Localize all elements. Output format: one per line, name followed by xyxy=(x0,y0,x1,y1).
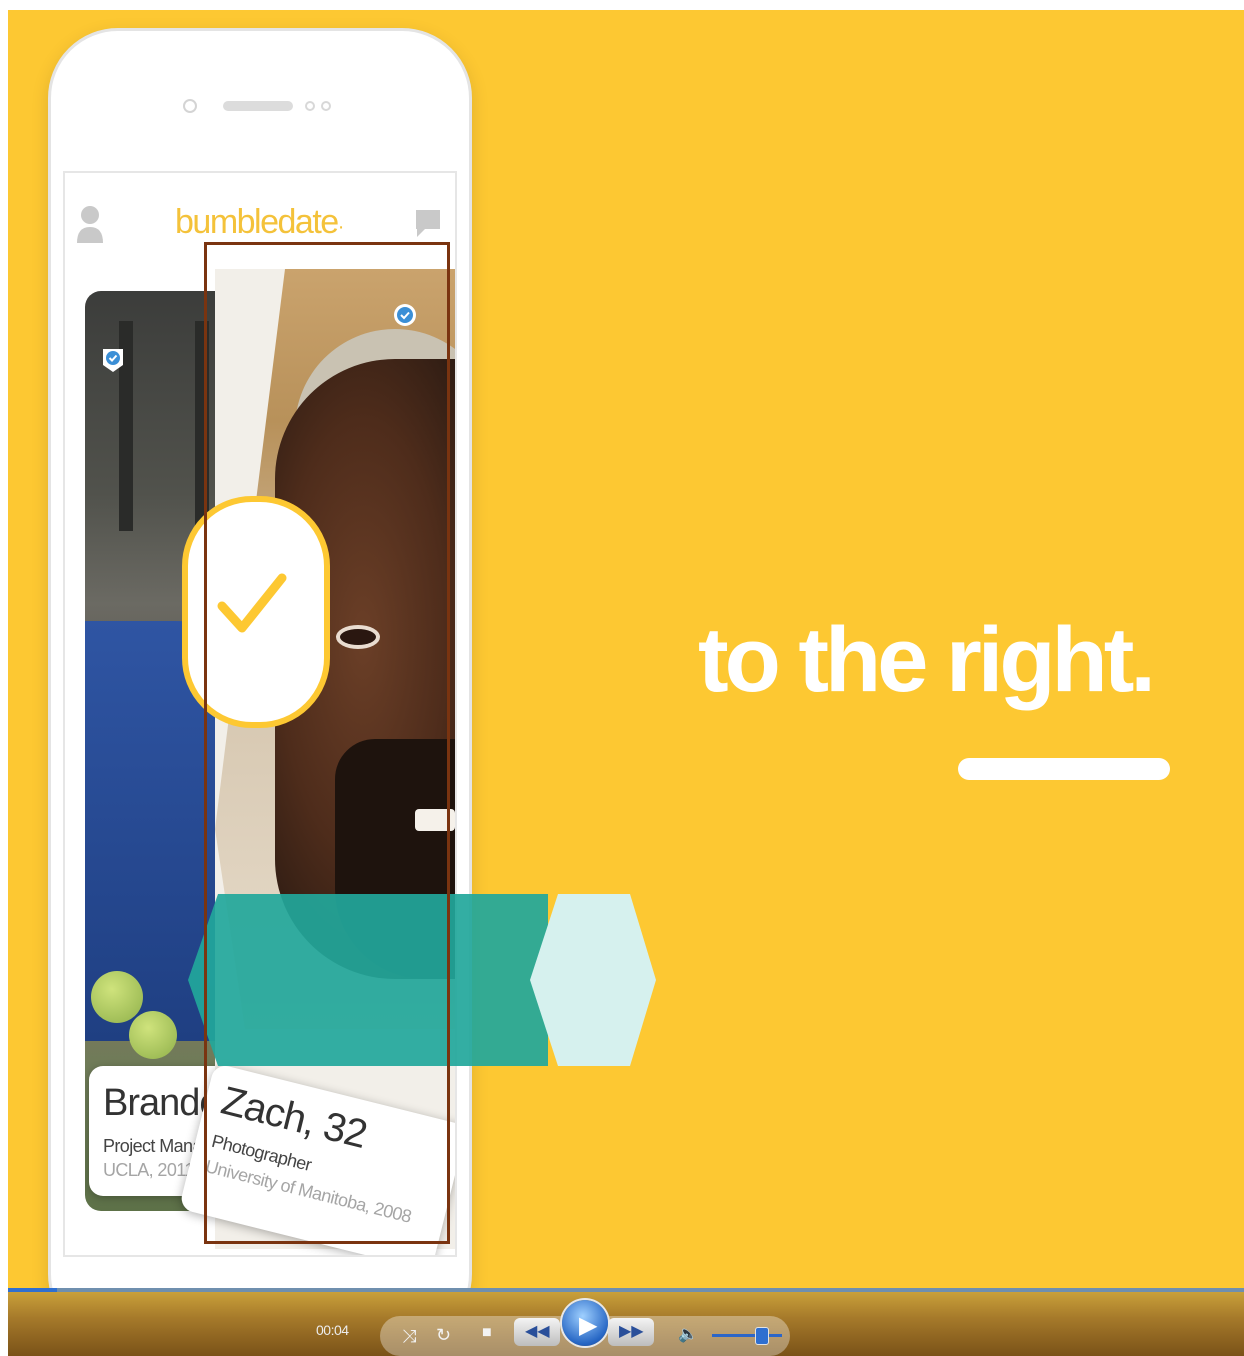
phone-sensor xyxy=(321,101,331,111)
phone-speaker xyxy=(223,101,293,111)
verified-badge-icon xyxy=(103,349,123,372)
highlight-box xyxy=(204,242,450,1244)
rewind-icon: ◀◀ xyxy=(525,1323,550,1340)
headline-underline xyxy=(958,758,1170,780)
time-display: 00:04 xyxy=(316,1322,349,1338)
media-player-bar: 00:04 ⤨ ↻ ■ ◀◀ ▶ ▶▶ 🔈 xyxy=(8,1288,1244,1356)
shuffle-icon[interactable]: ⤨ xyxy=(402,1326,416,1347)
tennis-ball xyxy=(129,1011,177,1059)
chat-bubble-icon[interactable] xyxy=(413,207,443,239)
phone-sensor xyxy=(305,101,315,111)
headline: to the right. xyxy=(698,609,1156,711)
video-frame: bumbledate· Brandon Project Manager UCLA… xyxy=(8,10,1244,1356)
front-camera xyxy=(183,99,197,113)
tennis-ball xyxy=(91,971,143,1023)
fast-forward-icon: ▶▶ xyxy=(619,1323,644,1340)
app-logo: bumbledate· xyxy=(175,203,345,242)
profile-icon[interactable] xyxy=(75,203,105,245)
stop-icon[interactable]: ■ xyxy=(482,1324,492,1342)
play-icon: ▶ xyxy=(579,1312,598,1339)
swipe-arrow-tip xyxy=(530,894,656,1066)
profile-school: UCLA, 2011 xyxy=(103,1160,194,1180)
fast-forward-button[interactable]: ▶▶ xyxy=(608,1318,654,1346)
app-logo-text: bumbledate xyxy=(175,203,339,241)
volume-thumb[interactable] xyxy=(755,1327,769,1345)
volume-slider[interactable] xyxy=(712,1334,782,1337)
rewind-button[interactable]: ◀◀ xyxy=(514,1318,560,1346)
seek-bar[interactable] xyxy=(8,1288,1244,1292)
volume-icon[interactable]: 🔈 xyxy=(678,1324,698,1344)
repeat-icon[interactable]: ↻ xyxy=(436,1325,451,1346)
app-logo-suffix: · xyxy=(337,216,345,238)
seek-progress xyxy=(8,1288,58,1292)
play-button[interactable]: ▶ xyxy=(562,1300,608,1346)
